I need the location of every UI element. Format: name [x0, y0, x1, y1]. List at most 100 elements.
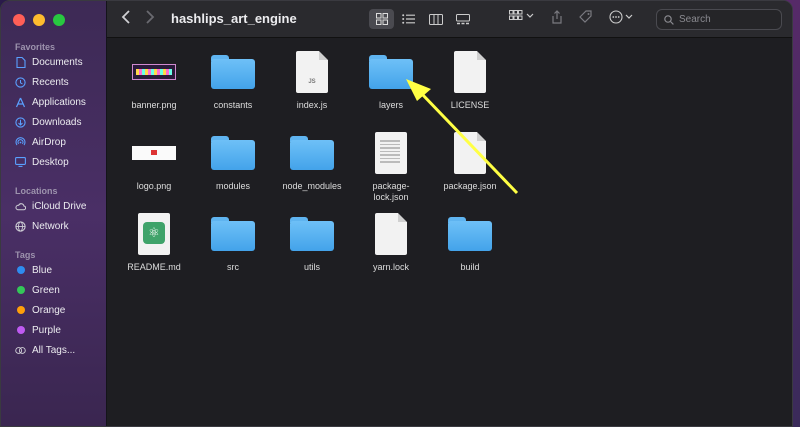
list-view-button[interactable] [396, 9, 421, 29]
search-placeholder: Search [679, 14, 711, 25]
tag-color-dot [17, 266, 25, 274]
icon-view-button[interactable] [369, 9, 394, 29]
sidebar-item-documents[interactable]: Documents [15, 53, 105, 71]
document-icon [442, 48, 498, 96]
tag-color-dot [17, 306, 25, 314]
sidebar-item-label: Documents [32, 56, 83, 68]
sidebar-all-tags[interactable]: All Tags... [15, 341, 105, 359]
sidebar-tag-purple[interactable]: Purple [15, 321, 105, 339]
applications-icon [15, 97, 26, 108]
file-name: node_modules [282, 181, 342, 191]
tag-color-dot [17, 326, 25, 334]
view-mode-group [369, 9, 475, 29]
file-item-src[interactable]: src [193, 210, 273, 273]
sidebar-item-label: Blue [32, 264, 53, 276]
sidebar-item-label: All Tags... [32, 344, 76, 356]
sidebar-item-label: Desktop [32, 156, 69, 168]
file-name: layers [378, 100, 403, 110]
file-name: banner.png [131, 100, 177, 110]
sidebar-item-label: iCloud Drive [32, 200, 87, 212]
all-tags-icon [15, 345, 26, 356]
file-item-yarn-lock[interactable]: yarn.lock [351, 210, 431, 273]
back-icon[interactable] [121, 10, 131, 29]
file-name: package-lock.json [372, 181, 410, 202]
file-item-utils[interactable]: utils [272, 210, 352, 273]
finder-window: Favorites Documents Recents Applications… [0, 0, 793, 427]
zoom-button[interactable] [53, 14, 65, 26]
sidebar-tag-green[interactable]: Green [15, 281, 105, 299]
sidebar-item-downloads[interactable]: Downloads [15, 113, 105, 131]
tag-color-dot [17, 286, 25, 294]
desktop-icon [15, 157, 26, 168]
sidebar-item-airdrop[interactable]: AirDrop [15, 133, 105, 151]
js-file-icon: JS [284, 48, 340, 96]
file-name: package.json [443, 181, 497, 191]
sidebar-item-label: AirDrop [32, 136, 66, 148]
file-item-node-modules[interactable]: node_modules [272, 129, 352, 192]
search-field[interactable]: Search [656, 9, 782, 30]
airdrop-icon [15, 136, 26, 148]
file-name: LICENSE [450, 100, 490, 110]
sidebar-item-label: Downloads [32, 116, 82, 128]
file-name: src [227, 262, 239, 272]
sidebar-tag-blue[interactable]: Blue [15, 261, 105, 279]
file-name: yarn.lock [372, 262, 409, 272]
file-item-modules[interactable]: modules [193, 129, 273, 192]
more-actions-button[interactable] [609, 10, 637, 27]
json-file-icon [363, 129, 419, 177]
close-button[interactable] [13, 14, 25, 26]
sidebar-item-label: Purple [32, 324, 61, 336]
file-item-index-js[interactable]: JS index.js [272, 48, 352, 111]
sidebar-item-label: Network [32, 220, 69, 232]
ellipsis-circle-icon [609, 10, 633, 24]
locations-section-title: Locations [15, 186, 58, 196]
column-view-button[interactable] [423, 9, 448, 29]
markdown-file-icon: ⚛ [126, 210, 182, 258]
group-grid-icon [509, 10, 534, 20]
file-item-package-lock-json[interactable]: package-lock.json [351, 129, 431, 203]
file-item-build[interactable]: build [430, 210, 510, 273]
favorites-section-title: Favorites [15, 42, 56, 52]
cloud-icon [15, 201, 26, 212]
file-item-package-json[interactable]: package.json [430, 129, 510, 192]
file-item-logo-png[interactable]: logo.png [114, 129, 194, 192]
file-name: utils [303, 262, 320, 272]
file-item-readme-md[interactable]: ⚛ README.md [114, 210, 194, 273]
share-icon[interactable] [551, 10, 563, 27]
tags-section-title: Tags [15, 250, 36, 260]
sidebar-item-icloud-drive[interactable]: iCloud Drive [15, 197, 105, 215]
file-name: build [460, 262, 480, 272]
gallery-icon [455, 13, 470, 24]
folder-icon [205, 210, 261, 258]
columns-icon [428, 13, 443, 25]
tag-icon[interactable] [579, 10, 593, 27]
sidebar-item-label: Orange [32, 304, 66, 316]
minimize-button[interactable] [33, 14, 45, 26]
file-name: modules [215, 181, 251, 191]
image-thumbnail [126, 48, 182, 96]
sidebar-item-desktop[interactable]: Desktop [15, 153, 105, 171]
atom-icon: ⚛ [143, 222, 165, 244]
file-name: README.md [127, 262, 181, 272]
folder-icon [284, 210, 340, 258]
file-grid: banner.png constants JS index.js layers … [107, 38, 792, 426]
sidebar: Favorites Documents Recents Applications… [1, 1, 107, 426]
sidebar-item-recents[interactable]: Recents [15, 73, 105, 91]
sidebar-tag-orange[interactable]: Orange [15, 301, 105, 319]
window-title: hashlips_art_engine [171, 11, 297, 26]
folder-icon [284, 129, 340, 177]
group-by-button[interactable] [509, 10, 535, 25]
gallery-view-button[interactable] [450, 9, 475, 29]
sidebar-item-label: Green [32, 284, 60, 296]
download-icon [15, 116, 26, 128]
file-item-banner-png[interactable]: banner.png [114, 48, 194, 111]
forward-icon[interactable] [145, 10, 155, 29]
clock-icon [15, 76, 26, 88]
globe-icon [15, 220, 26, 232]
file-item-license[interactable]: LICENSE [430, 48, 510, 111]
file-item-layers[interactable]: layers [351, 48, 431, 111]
sidebar-item-network[interactable]: Network [15, 217, 105, 235]
file-item-constants[interactable]: constants [193, 48, 273, 111]
json-file-icon [442, 129, 498, 177]
sidebar-item-applications[interactable]: Applications [15, 93, 105, 111]
